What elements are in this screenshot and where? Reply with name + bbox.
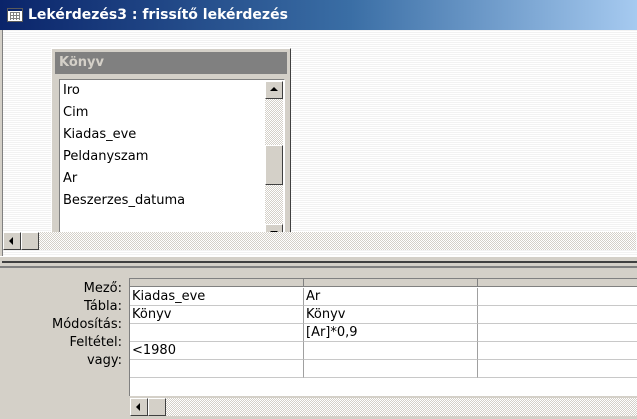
grid-cell-field[interactable]: Kiadas_eve xyxy=(130,288,304,306)
query-design-icon xyxy=(7,8,23,22)
hscroll-thumb[interactable] xyxy=(148,398,166,416)
grid-cell-criteria[interactable] xyxy=(478,342,637,360)
field-list-title[interactable]: Könyv xyxy=(55,52,287,74)
row-labels: Mező: Tábla: Módosítás: Feltétel: vagy: xyxy=(0,280,126,370)
hscroll-thumb[interactable] xyxy=(21,232,39,250)
design-grid[interactable]: Kiadas_eve Könyv <1980 Ar Könyv [Ar]*0,9 xyxy=(129,278,637,396)
field-item-cim[interactable]: Cim xyxy=(62,102,252,124)
field-list-box[interactable]: Iro Cim Kiadas_eve Peldanyszam Ar Beszer… xyxy=(59,79,285,243)
table-pane[interactable]: Könyv Iro Cim Kiadas_eve Peldanyszam Ar … xyxy=(2,30,637,256)
grid-cell-field[interactable] xyxy=(478,288,637,306)
grid-cell-or[interactable] xyxy=(478,360,637,378)
row-label-field: Mező: xyxy=(83,281,122,296)
arrow-left-icon xyxy=(136,403,140,411)
scroll-thumb[interactable] xyxy=(265,145,283,185)
pane-splitter[interactable] xyxy=(0,256,637,268)
field-list-scrollbar[interactable] xyxy=(265,81,283,242)
grid-cell-or[interactable] xyxy=(130,360,304,378)
grid-cell-field[interactable]: Ar xyxy=(304,288,478,306)
grid-cell-criteria[interactable]: <1980 xyxy=(130,342,304,360)
field-item-peldanyszam[interactable]: Peldanyszam xyxy=(62,146,252,168)
query-design-window: Lekérdezés3 : frissítő lekérdezés Könyv … xyxy=(0,0,637,419)
grid-cell-table[interactable]: Könyv xyxy=(304,306,478,324)
arrow-left-icon xyxy=(9,237,13,245)
grid-cell-criteria[interactable] xyxy=(304,342,478,360)
row-label-update-to: Módosítás: xyxy=(52,317,122,332)
grid-cell-table[interactable] xyxy=(478,306,637,324)
column-selector-2[interactable] xyxy=(304,279,478,287)
row-label-or: vagy: xyxy=(86,353,122,368)
grid-cell-update-to[interactable]: [Ar]*0,9 xyxy=(304,324,478,342)
field-item-iro[interactable]: Iro xyxy=(62,80,252,102)
design-grid-hscrollbar[interactable] xyxy=(130,398,637,416)
field-items: Iro Cim Kiadas_eve Peldanyszam Ar Beszer… xyxy=(62,80,252,212)
arrow-up-icon xyxy=(270,87,278,91)
grid-cell-table[interactable]: Könyv xyxy=(130,306,304,324)
scroll-up-button[interactable] xyxy=(265,81,283,99)
field-item-ar[interactable]: Ar xyxy=(62,168,252,190)
scroll-left-button[interactable] xyxy=(130,398,148,416)
title-bar[interactable]: Lekérdezés3 : frissítő lekérdezés xyxy=(0,0,637,30)
column-selector-3[interactable] xyxy=(478,279,637,287)
grid-cell-or[interactable] xyxy=(304,360,478,378)
row-label-table: Tábla: xyxy=(84,299,122,314)
table-pane-hscrollbar[interactable] xyxy=(3,232,636,250)
design-grid-area: Mező: Tábla: Módosítás: Feltétel: vagy: … xyxy=(0,270,637,419)
column-selector-1[interactable] xyxy=(130,279,304,287)
grid-cell-update-to[interactable] xyxy=(130,324,304,342)
field-item-kiadas-eve[interactable]: Kiadas_eve xyxy=(62,124,252,146)
field-list-window[interactable]: Könyv Iro Cim Kiadas_eve Peldanyszam Ar … xyxy=(51,48,291,248)
scroll-left-button[interactable] xyxy=(3,232,21,250)
row-label-criteria: Feltétel: xyxy=(69,335,122,350)
grid-cell-update-to[interactable] xyxy=(478,324,637,342)
field-item-beszerzes-datuma[interactable]: Beszerzes_datuma xyxy=(62,190,252,212)
window-title: Lekérdezés3 : frissítő lekérdezés xyxy=(28,7,288,23)
